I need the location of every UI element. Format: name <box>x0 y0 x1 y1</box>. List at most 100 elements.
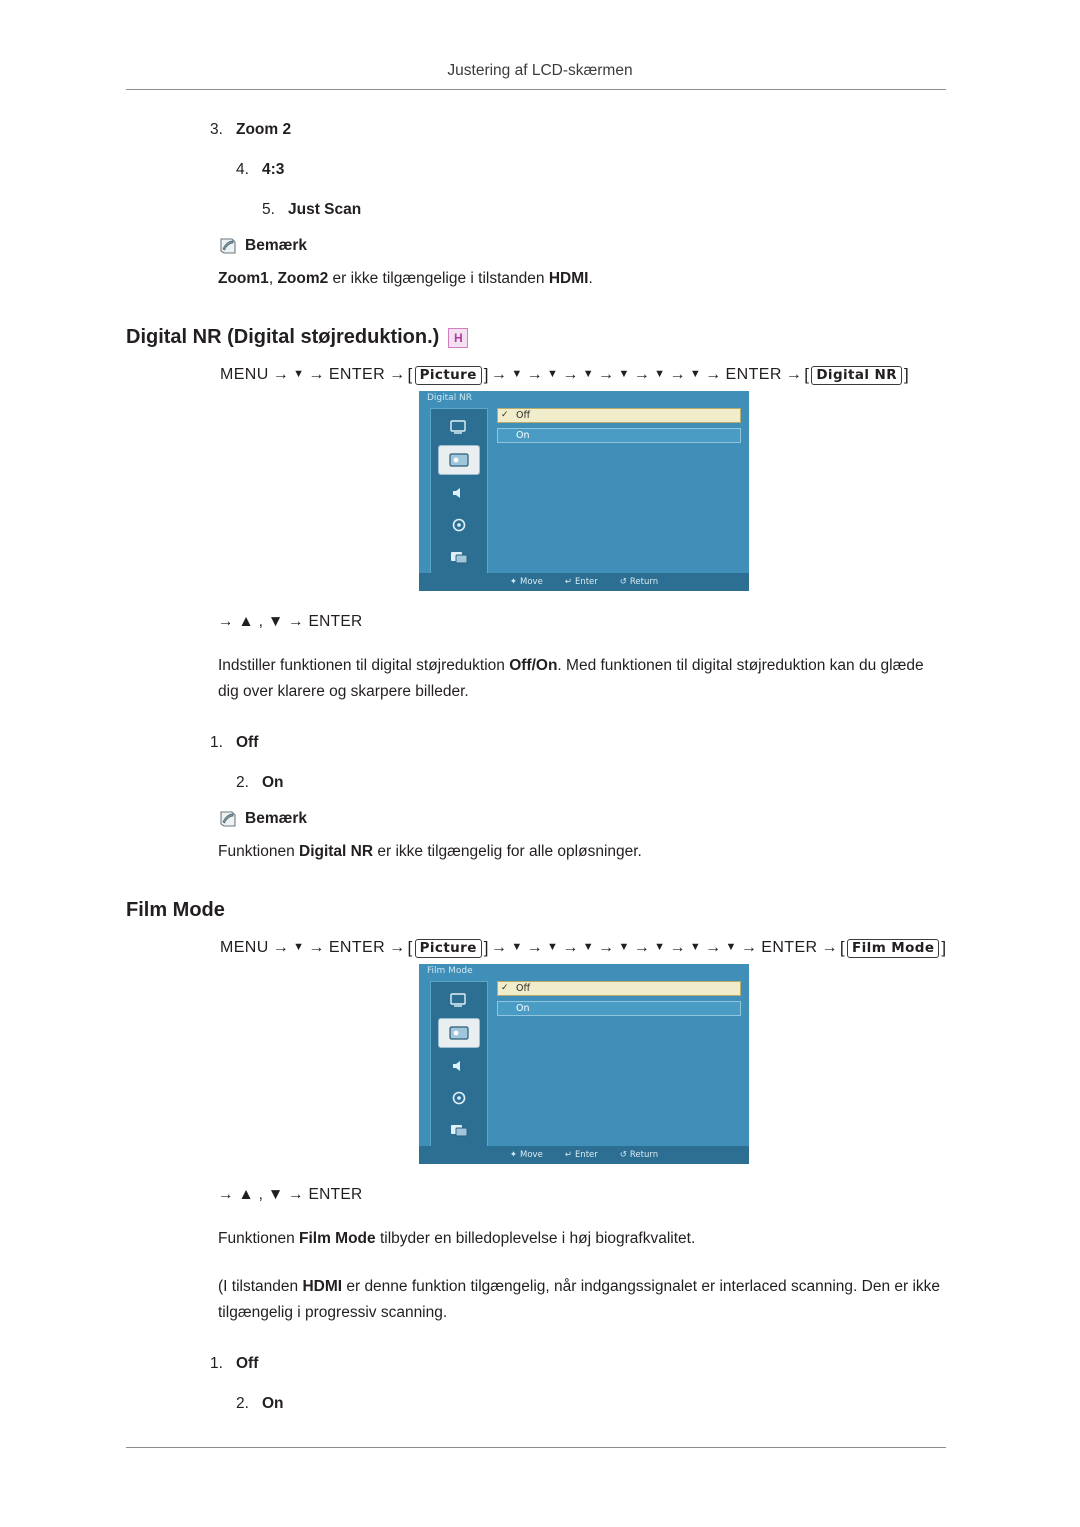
menu-start: MENU <box>220 366 269 383</box>
list-item: 3. Zoom 2 <box>126 110 948 150</box>
osd-hint-label: Move <box>520 1150 543 1160</box>
list-item-number: 2. <box>236 1395 249 1412</box>
osd-option-on[interactable]: On <box>497 1001 741 1016</box>
return-icon: ↺ <box>619 577 627 587</box>
paragraph-film-mode-1: Funktionen Film Mode tilbyder en billedo… <box>218 1230 696 1247</box>
setup-icon <box>439 511 479 539</box>
return-icon: ↺ <box>619 1150 627 1160</box>
arrow-icon: → <box>562 939 579 956</box>
key-digital-nr: Digital NR <box>811 365 903 385</box>
sound-icon <box>439 479 479 507</box>
osd-option-off[interactable]: ✓ Off <box>497 981 741 996</box>
arrow-icon: → <box>389 366 406 383</box>
note-text-bold-3: HDMI <box>548 270 589 287</box>
osd-option-on[interactable]: On <box>497 428 741 443</box>
list-item-label: Off <box>236 1355 259 1372</box>
bracket-close: ] <box>483 938 489 957</box>
arrow-icon: → <box>562 366 579 383</box>
arrow-icon: → <box>669 939 686 956</box>
osd-hint-return: ↺ Return <box>620 1150 658 1160</box>
key-film-mode: Film Mode <box>847 938 940 958</box>
osd-hint-label: Move <box>520 577 543 587</box>
arrow-icon: → <box>389 939 406 956</box>
list-item-label: 4:3 <box>262 161 285 178</box>
list-item-label: Just Scan <box>288 201 362 218</box>
osd-hint-bar: ✦ Move ↵ Enter ↺ Return <box>419 573 749 591</box>
list-item-number: 4. <box>236 161 249 178</box>
bracket-open: [ <box>804 365 810 384</box>
down-arrow-icon: ▼ <box>689 368 702 380</box>
arrow-icon: → <box>490 939 508 956</box>
osd-option-list: ✓ Off On <box>497 408 741 569</box>
sound-icon <box>439 1052 479 1080</box>
enter-icon: ↵ <box>564 577 572 587</box>
bracket-open: [ <box>839 938 846 957</box>
list-item-label: On <box>262 1395 284 1412</box>
down-arrow-icon: ▼ <box>511 368 523 380</box>
move-icon: ✦ <box>509 1150 518 1160</box>
move-icon: ✦ <box>509 577 518 587</box>
osd-hint-label: Return <box>629 577 659 587</box>
down-arrow-icon: ▼ <box>547 941 559 953</box>
osd-screenshot-film-mode: Film Mode ✓ Off On ✦ Move ↵ Enter ↺ Retu… <box>419 964 749 1164</box>
osd-screenshot-digital-nr: Digital NR ✓ Off On ✦ Move ↵ Enter ↺ Ret… <box>419 391 749 591</box>
osd-hint-label: Enter <box>574 577 598 587</box>
osd-option-label: Off <box>516 983 531 994</box>
list-item: 2. On <box>126 763 948 803</box>
arrow-icon: → <box>598 366 615 383</box>
document-page: Justering af LCD-skærmen 3. Zoom 2 4. 4:3 … <box>0 0 1080 1527</box>
key-sequence-digital-nr: → ▲ , ▼ → ENTER <box>218 613 363 630</box>
top-numbered-list: 3. Zoom 2 4. 4:3 5. Just Scan <box>126 110 948 230</box>
osd-option-label: On <box>516 430 530 441</box>
list-item-label: Off <box>236 734 259 751</box>
down-arrow-icon: ▼ <box>293 941 305 953</box>
input-icon <box>439 986 479 1014</box>
down-arrow-icon: ▼ <box>689 941 702 953</box>
arrow-icon: → <box>633 366 651 383</box>
arrow-icon: → <box>526 939 544 956</box>
section-heading-text: Film Mode <box>126 899 225 921</box>
multi-control-icon <box>439 543 479 571</box>
note-icon <box>218 236 238 256</box>
down-arrow-icon: ▼ <box>654 941 666 953</box>
arrow-icon: → <box>669 366 686 383</box>
note-block: Bemærk <box>126 236 948 256</box>
osd-hint-move: ✦ Move <box>510 577 543 587</box>
down-arrow-icon: ▼ <box>618 368 630 380</box>
bold-hdmi: HDMI <box>302 1278 343 1295</box>
list-item: 2. On <box>126 1384 948 1424</box>
check-icon: ✓ <box>501 983 509 993</box>
section-heading-digital-nr: Digital NR (Digital støjreduktion.) H <box>126 326 948 349</box>
header-divider <box>126 89 946 90</box>
arrow-icon: → <box>705 366 722 383</box>
menu-path-film-mode: MENU → ▼ → ENTER → [Picture] → ▼ → ▼ → ▼… <box>126 938 948 958</box>
list-item: 1. Off <box>126 1344 948 1384</box>
paragraph-film-mode-2: (I tilstanden HDMI er denne funktion til… <box>218 1278 941 1321</box>
note-text-bold-1: Zoom1 <box>218 270 269 287</box>
list-item: 4. 4:3 <box>126 150 948 190</box>
paragraph-digital-nr: Indstiller funktionen til digital støjre… <box>218 657 924 700</box>
down-arrow-icon: ▼ <box>618 941 630 953</box>
note-label: Bemærk <box>245 237 308 254</box>
osd-title: Digital NR <box>427 393 473 403</box>
osd-option-list: ✓ Off On <box>497 981 741 1142</box>
digital-nr-options-list: 1. Off 2. On <box>126 723 948 803</box>
section-heading-text: Digital NR (Digital støjreduktion.) <box>126 326 440 348</box>
list-item-number: 1. <box>210 734 223 751</box>
bold-off-on: Off/On <box>509 657 558 674</box>
key-picture: Picture <box>414 365 482 385</box>
osd-hint-bar: ✦ Move ↵ Enter ↺ Return <box>419 1146 749 1164</box>
list-item-number: 2. <box>236 774 249 791</box>
list-item-label: On <box>262 774 284 791</box>
check-icon: ✓ <box>501 410 509 420</box>
arrow-icon: → <box>821 939 838 956</box>
list-item-label: Zoom 2 <box>236 121 292 138</box>
down-arrow-icon: ▼ <box>511 941 523 953</box>
menu-start: MENU <box>220 939 269 956</box>
osd-option-off[interactable]: ✓ Off <box>497 408 741 423</box>
note-icon <box>218 809 238 829</box>
picture-icon <box>438 445 480 475</box>
arrow-icon: → <box>308 939 325 956</box>
down-arrow-icon: ▼ <box>582 941 595 953</box>
picture-icon <box>438 1018 480 1048</box>
